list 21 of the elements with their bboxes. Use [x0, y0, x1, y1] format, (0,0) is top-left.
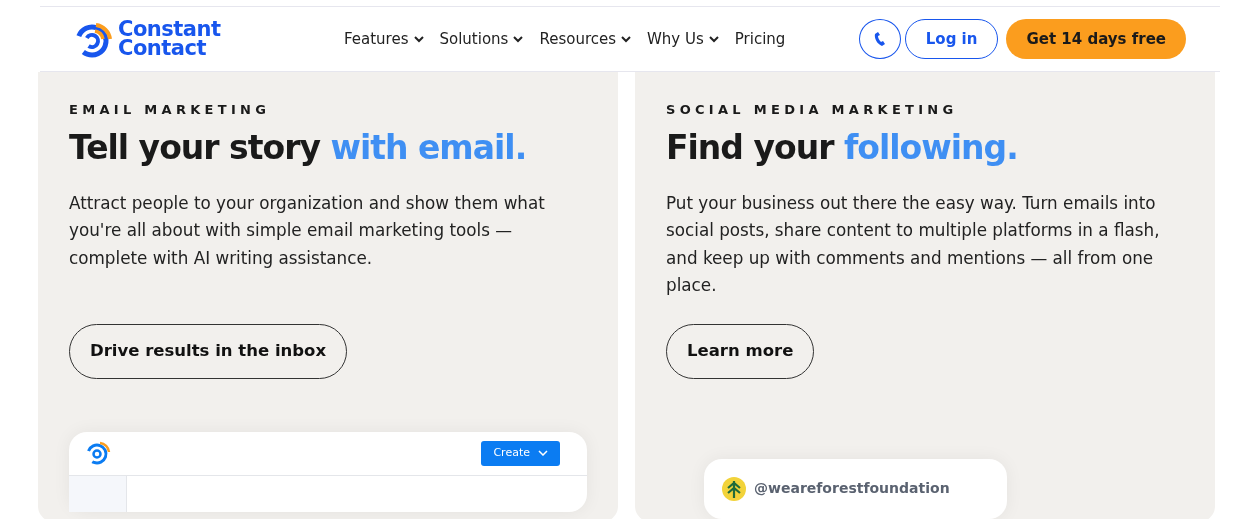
section-description: Put your business out there the easy way. Turn emails into social posts, share content to multiple platforms in a flash, and keep up with comments and mentions — all from one place.	[666, 191, 1161, 297]
nav-link[interactable]: Solutions	[439, 27, 524, 51]
section-heading: Find your following.	[666, 126, 1019, 169]
nav-link[interactable]: Pricing	[734, 27, 786, 51]
nav-link[interactable]: Why Us	[647, 27, 719, 51]
free-trial-button[interactable]: Get 14 days free	[1006, 19, 1186, 59]
logo-icon	[85, 440, 111, 466]
section-eyebrow: EMAIL MARKETING	[69, 101, 272, 119]
login-button[interactable]: Log in	[904, 19, 999, 59]
section-heading: Tell your story with email.	[69, 126, 528, 169]
tree-avatar-icon	[722, 476, 746, 501]
section-eyebrow: SOCIAL MEDIA MARKETING	[666, 101, 959, 119]
chevron-down-icon	[538, 450, 548, 456]
phone-button[interactable]	[858, 19, 901, 59]
create-button[interactable]: Create	[481, 440, 560, 466]
nav-link[interactable]: Resources	[539, 27, 632, 51]
phone-icon	[873, 31, 886, 47]
account-handle: @weareforestfoundation	[754, 479, 950, 498]
nav-link[interactable]: Features	[344, 27, 424, 51]
section-description: Attract people to your organization and show them what you're all about with simple email marketing tools — complete with AI writing assistance.	[69, 191, 546, 270]
logo-wordmark[interactable]: Constant Contact	[118, 20, 221, 58]
